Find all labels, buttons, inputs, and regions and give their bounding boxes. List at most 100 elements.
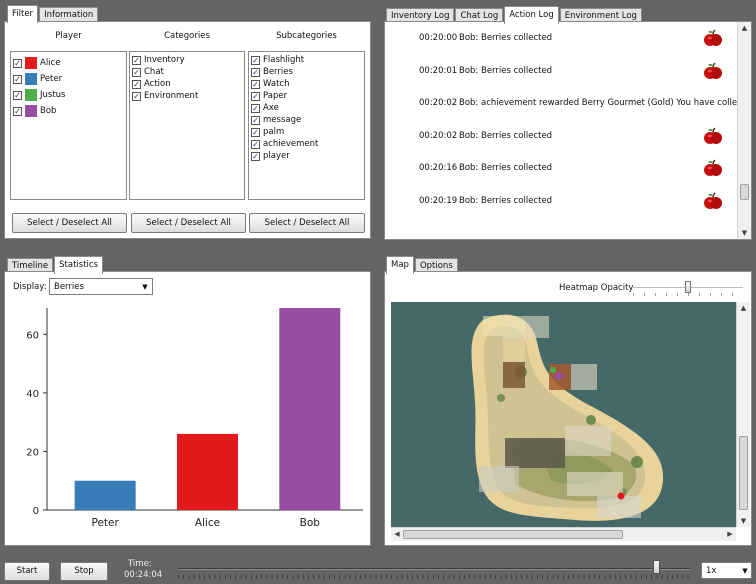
log-scroll-thumb[interactable] bbox=[740, 184, 749, 200]
categories-select-all-button[interactable]: Select / Deselect All bbox=[131, 213, 246, 233]
subcategory-row-berries[interactable]: ✓ Berries bbox=[249, 66, 364, 78]
checkbox[interactable]: ✓ bbox=[251, 103, 260, 113]
player-color-swatch bbox=[25, 73, 37, 85]
chevron-down-icon: ▼ bbox=[742, 566, 748, 575]
log-entry-text: Bob: Berries collected bbox=[459, 33, 553, 43]
playback-timeline-slider[interactable] bbox=[178, 559, 690, 581]
checkbox[interactable]: ✓ bbox=[251, 67, 260, 77]
checkbox[interactable]: ✓ bbox=[251, 55, 260, 65]
subcategory-row-axe[interactable]: ✓ Axe bbox=[249, 102, 364, 114]
log-entry-text: Bob: Berries collected bbox=[459, 195, 553, 206]
player-row-justus[interactable]: ✓ Justus bbox=[11, 87, 126, 103]
category-row-environment[interactable]: ✓ Environment bbox=[130, 90, 244, 102]
checkbox[interactable]: ✓ bbox=[132, 67, 141, 77]
tab-information[interactable]: Information bbox=[39, 7, 99, 22]
subcategory-row-flashlight[interactable]: ✓ Flashlight bbox=[249, 54, 364, 66]
stop-button[interactable]: Stop bbox=[60, 562, 108, 581]
player-color-swatch bbox=[25, 89, 37, 101]
category-row-chat[interactable]: ✓ Chat bbox=[130, 66, 244, 78]
subcategory-row-watch[interactable]: ✓ Watch bbox=[249, 78, 364, 90]
subcategory-row-message[interactable]: ✓ message bbox=[249, 114, 364, 126]
slider-thumb[interactable] bbox=[652, 560, 660, 574]
island-map-image bbox=[471, 314, 664, 521]
subcategory-row-paper[interactable]: ✓ Paper bbox=[249, 90, 364, 102]
log-entry[interactable]: 00:20:16 Bob: Berries collected bbox=[419, 152, 751, 184]
checkbox[interactable]: ✓ bbox=[132, 79, 141, 89]
map-hscroll-thumb[interactable] bbox=[403, 530, 623, 539]
player-select-all-button[interactable]: Select / Deselect All bbox=[12, 213, 127, 233]
subcategory-label: message bbox=[263, 115, 302, 125]
log-scrollbar[interactable]: ▲ ▼ bbox=[737, 22, 751, 239]
checkbox[interactable]: ✓ bbox=[13, 58, 22, 68]
log-entry[interactable]: 00:20:02 Bob: achievement rewarded Berry … bbox=[419, 87, 751, 119]
scroll-down-icon[interactable]: ▼ bbox=[737, 515, 750, 527]
log-entry[interactable]: 00:20:01 Bob: Berries collected bbox=[419, 55, 751, 87]
player-row-peter[interactable]: ✓ Peter bbox=[11, 71, 126, 87]
scroll-up-icon[interactable]: ▲ bbox=[737, 302, 750, 314]
subcategory-row-palm[interactable]: ✓ palm bbox=[249, 126, 364, 138]
checkbox[interactable]: ✓ bbox=[251, 79, 260, 89]
checkbox[interactable]: ✓ bbox=[251, 115, 260, 125]
checkbox[interactable]: ✓ bbox=[13, 74, 22, 84]
y-tick-label: 60 bbox=[26, 330, 39, 341]
slider-thumb[interactable] bbox=[685, 281, 691, 293]
category-row-inventory[interactable]: ✓ Inventory bbox=[130, 54, 244, 66]
x-tick-label: Alice bbox=[195, 517, 220, 529]
filter-tabs: Filter Information bbox=[7, 4, 99, 23]
log-entry-time: 00:20:02 bbox=[419, 130, 458, 141]
categories-header: Categories bbox=[164, 31, 210, 41]
speed-select[interactable]: 1x ▼ bbox=[701, 562, 752, 579]
checkbox[interactable]: ✓ bbox=[132, 55, 141, 65]
player-row-alice[interactable]: ✓ Alice bbox=[11, 55, 126, 71]
checkbox[interactable]: ✓ bbox=[251, 151, 260, 161]
categories-list[interactable]: ✓ Inventory ✓ Chat ✓ Action ✓ Environment bbox=[129, 51, 245, 200]
log-entry[interactable]: 00:20:02 Bob: Berries collected bbox=[419, 120, 751, 152]
display-select-value: Berries bbox=[54, 281, 84, 292]
berry-icon bbox=[703, 61, 723, 81]
bob-position-marker bbox=[555, 372, 563, 380]
tab-action-log[interactable]: Action Log bbox=[504, 6, 559, 24]
checkbox[interactable]: ✓ bbox=[251, 127, 260, 137]
map-vertical-scrollbar[interactable]: ▲ ▼ bbox=[736, 302, 750, 527]
subcategories-list[interactable]: ✓ Flashlight ✓ Berries ✓ Watch ✓ Paper ✓ Axe … bbox=[248, 51, 365, 200]
log-entry[interactable]: 00:20:19 Bob: Berries collected bbox=[419, 185, 751, 217]
checkbox[interactable]: ✓ bbox=[13, 106, 22, 116]
x-tick-label: Bob bbox=[300, 517, 321, 529]
island-map[interactable] bbox=[391, 302, 736, 527]
scroll-right-icon[interactable]: ▶ bbox=[724, 528, 736, 541]
scroll-up-icon[interactable]: ▲ bbox=[738, 22, 751, 34]
checkbox[interactable]: ✓ bbox=[251, 91, 260, 101]
subcategories-select-all-button[interactable]: Select / Deselect All bbox=[249, 213, 365, 233]
tab-map[interactable]: Map bbox=[386, 256, 414, 274]
log-entry-time: 00:20:19 bbox=[419, 195, 458, 206]
player-row-bob[interactable]: ✓ Bob bbox=[11, 103, 126, 119]
display-select[interactable]: Berries ▼ bbox=[49, 278, 153, 295]
slider-ticks bbox=[633, 293, 743, 296]
heatmap-opacity-slider[interactable] bbox=[633, 280, 743, 298]
scroll-down-icon[interactable]: ▼ bbox=[738, 227, 751, 239]
checkbox[interactable]: ✓ bbox=[132, 91, 141, 101]
map-horizontal-scrollbar[interactable]: ◀ ▶ bbox=[391, 527, 736, 541]
time-label: Time: bbox=[128, 559, 152, 569]
player-color-swatch bbox=[25, 105, 37, 117]
start-button[interactable]: Start bbox=[4, 562, 50, 581]
log-entry[interactable]: 00:20:00 Bob: Berries collected bbox=[419, 22, 751, 54]
player-list[interactable]: ✓ Alice ✓ Peter ✓ Justus ✓ Bob bbox=[10, 51, 127, 200]
bar-bob bbox=[279, 308, 341, 510]
scroll-left-icon[interactable]: ◀ bbox=[391, 528, 403, 541]
tab-statistics[interactable]: Statistics bbox=[54, 256, 104, 274]
berry-icon bbox=[703, 126, 723, 146]
subcategory-row-achievement[interactable]: ✓ achievement bbox=[249, 138, 364, 150]
tab-filter[interactable]: Filter bbox=[7, 5, 39, 23]
subcategory-row-player[interactable]: ✓ player bbox=[249, 150, 364, 162]
slider-ticks bbox=[178, 575, 690, 579]
log-entry-time: 00:20:02 bbox=[419, 98, 458, 108]
y-tick-label: 40 bbox=[26, 389, 39, 400]
checkbox[interactable]: ✓ bbox=[251, 139, 260, 149]
bar-peter bbox=[74, 480, 136, 510]
category-row-action[interactable]: ✓ Action bbox=[130, 78, 244, 90]
map-vscroll-thumb[interactable] bbox=[739, 436, 748, 510]
checkbox[interactable]: ✓ bbox=[13, 90, 22, 100]
subcategory-label: achievement bbox=[263, 139, 319, 149]
heatmap-opacity-label: Heatmap Opacity bbox=[559, 283, 634, 293]
